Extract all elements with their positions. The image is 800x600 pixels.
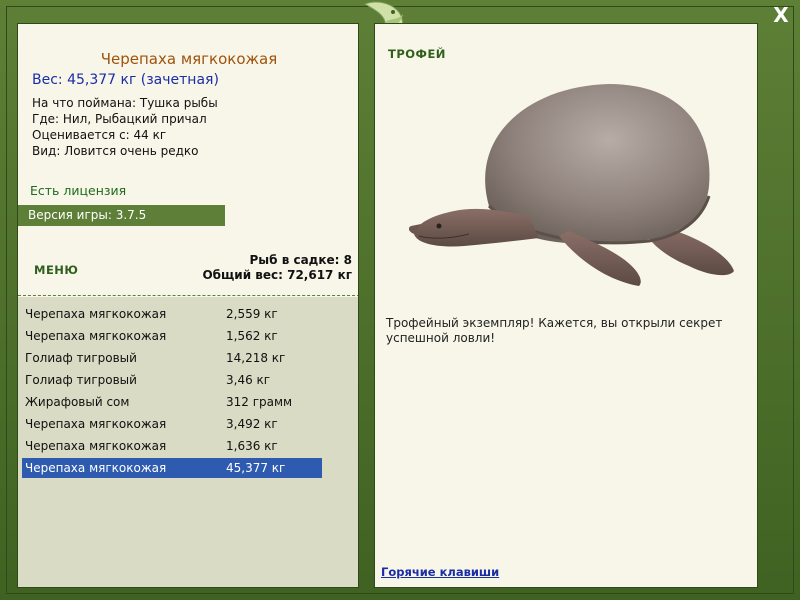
catch-row[interactable]: Черепаха мягкокожая 1,636 кг [22,436,322,456]
valuation-info: Оценивается с: 44 кг [32,128,167,142]
bait-info: На что поймана: Тушка рыбы [32,96,218,110]
catch-row-selected[interactable]: Черепаха мягкокожая 45,377 кг [22,458,322,478]
menu-button[interactable]: МЕНЮ [34,263,78,277]
version-bar: Версия игры: 3.7.5 [18,205,225,226]
game-window: X Черепаха мягкокожая Вес: 45,377 кг (за… [0,0,800,600]
fish-title: Черепаха мягкокожая [100,50,278,68]
fish-info-panel: Черепаха мягкокожая Вес: 45,377 кг (заче… [17,23,359,588]
catch-row[interactable]: Голиаф тигровый 14,218 кг [22,348,322,368]
catch-row[interactable]: Черепаха мягкокожая 3,492 кг [22,414,322,434]
catch-weight: 3,492 кг [226,417,278,431]
catch-name: Черепаха мягкокожая [25,329,167,343]
location-info: Где: Нил, Рыбацкий причал [32,112,207,126]
catch-list: Черепаха мягкокожая 2,559 кг Черепаха мя… [18,297,358,587]
divider [18,295,358,296]
catch-weight: 3,46 кг [226,373,271,387]
catch-name: Жирафовый сом [25,395,130,409]
catch-row[interactable]: Голиаф тигровый 3,46 кг [22,370,322,390]
catch-row[interactable]: Жирафовый сом 312 грамм [22,392,322,412]
catch-name: Черепаха мягкокожая [25,461,167,475]
rarity-info: Вид: Ловится очень редко [32,144,199,158]
trophy-description: Трофейный экземпляр! Кажется, вы открыли… [386,316,723,345]
trophy-panel: ТРОФЕЙ Трофейный экземпляр! Кажется, вы … [374,23,758,588]
catch-name: Голиаф тигровый [25,351,137,365]
fish-weight: Вес: 45,377 кг (зачетная) [32,72,219,88]
catch-row[interactable]: Черепаха мягкокожая 1,562 кг [22,326,322,346]
catch-weight: 14,218 кг [226,351,286,365]
catch-name: Черепаха мягкокожая [25,307,167,321]
catch-weight: 1,562 кг [226,329,278,343]
close-button[interactable]: X [770,4,792,26]
catch-weight: 1,636 кг [226,439,278,453]
catch-weight: 2,559 кг [226,307,278,321]
catch-row[interactable]: Черепаха мягкокожая 2,559 кг [22,304,322,324]
trophy-heading: ТРОФЕЙ [388,47,446,61]
softshell-turtle-image [409,84,734,286]
keepnet-stats: Рыб в садке: 8 Общий вес: 72,617 кг [202,253,352,283]
fish-details: На что поймана: Тушка рыбы Где: Нил, Рыб… [32,95,218,159]
catch-name: Черепаха мягкокожая [25,439,167,453]
catch-name: Голиаф тигровый [25,373,137,387]
total-weight: Общий вес: 72,617 кг [202,268,352,282]
hotkeys-link[interactable]: Горячие клавиши [381,565,499,579]
catch-weight: 312 грамм [226,395,293,409]
catch-name: Черепаха мягкокожая [25,417,167,431]
catch-weight: 45,377 кг [226,461,286,475]
license-status: Есть лицензия [30,183,127,198]
fish-count: Рыб в садке: 8 [249,253,353,267]
